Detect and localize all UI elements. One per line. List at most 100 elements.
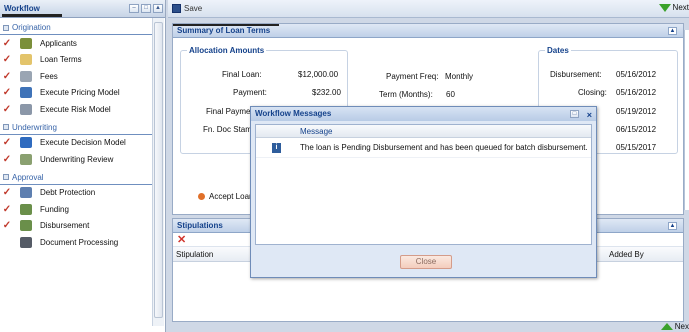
workflow-scrollbar[interactable] xyxy=(152,18,164,326)
calculator-icon xyxy=(20,70,32,82)
workflow-step-label: Applicants xyxy=(40,38,77,48)
minimize-icon[interactable]: – xyxy=(129,4,139,13)
workflow-step[interactable]: ✓ Applicants xyxy=(0,35,165,52)
section-label: Origination xyxy=(12,23,51,32)
dates-legend: Dates xyxy=(547,46,569,55)
footer-next-label: Nex xyxy=(674,322,689,331)
footer-next-arrow-icon xyxy=(660,323,673,330)
workflow-step[interactable]: ✓ Funding xyxy=(0,201,165,218)
check-icon: ✓ xyxy=(2,203,12,215)
help-icon xyxy=(20,137,32,149)
workflow-step[interactable]: ✓ Execute Pricing Model xyxy=(0,85,165,102)
payment-label: Payment: xyxy=(233,88,267,97)
workflow-step-label: Fees xyxy=(40,71,58,81)
section-toggle-icon[interactable] xyxy=(3,24,9,31)
stipulations-collapse-icon[interactable]: ▲ xyxy=(668,222,677,230)
messages-grid: Message i The loan is Pending Disburseme… xyxy=(255,124,592,245)
truck-icon xyxy=(20,220,32,232)
people-icon xyxy=(20,37,32,49)
section-approval[interactable]: Approval xyxy=(0,171,155,185)
printer-icon xyxy=(20,236,32,248)
save-disk-icon xyxy=(172,4,181,13)
summary-title: Summary of Loan Terms xyxy=(177,26,271,35)
dialog-title: Workflow Messages xyxy=(255,109,332,118)
check-icon: ✓ xyxy=(2,220,12,232)
workflow-messages-dialog: Workflow Messages □ × Message i The loan… xyxy=(250,106,597,278)
next-button[interactable]: Next xyxy=(658,3,689,12)
summary-collapse-icon[interactable]: ▲ xyxy=(668,27,677,35)
final-loan-value: $12,000.00 xyxy=(298,70,339,79)
document-icon xyxy=(20,153,32,165)
disbursement-label: Disbursement: xyxy=(550,70,602,79)
col-added-by[interactable]: Added By xyxy=(609,250,644,259)
term-value: 60 xyxy=(446,90,455,99)
workflow-step[interactable]: ✓ Loan Terms xyxy=(0,52,165,69)
message-row[interactable]: i The loan is Pending Disbursement and h… xyxy=(256,138,591,158)
check-icon: ✓ xyxy=(2,153,12,165)
check-icon: ✓ xyxy=(2,137,12,149)
summary-accent xyxy=(173,24,279,26)
summary-header: Summary of Loan Terms ▲ xyxy=(173,24,683,38)
closing-value: 05/16/2012 xyxy=(616,88,657,97)
folder-icon xyxy=(20,54,32,66)
workflow-step-label: Document Processing xyxy=(40,237,119,247)
check-icon: ✓ xyxy=(2,87,12,99)
col-message[interactable]: Message xyxy=(300,127,332,136)
workflow-step-label: Funding xyxy=(40,204,69,214)
gears-icon xyxy=(20,103,32,115)
restore-icon[interactable]: □ xyxy=(141,4,151,13)
workflow-title: Workflow xyxy=(4,4,40,13)
check-icon: ✓ xyxy=(2,70,12,82)
stipulations-title: Stipulations xyxy=(177,221,223,230)
check-icon: ✓ xyxy=(2,54,12,66)
accept-radio-icon xyxy=(198,193,205,200)
date-3-value: 05/19/2012 xyxy=(616,107,657,116)
next-arrow-icon xyxy=(658,3,671,12)
workflow-step[interactable]: ✓ Debt Protection xyxy=(0,185,165,202)
allocation-legend: Allocation Amounts xyxy=(189,46,265,55)
section-origination[interactable]: Origination xyxy=(0,21,155,35)
disbursement-value: 05/16/2012 xyxy=(616,70,657,79)
workflow-step-label: Underwriting Review xyxy=(40,154,114,164)
close-button[interactable]: Close xyxy=(400,255,452,269)
workflow-step[interactable]: ✓ Disbursement xyxy=(0,218,165,235)
percent-icon xyxy=(20,87,32,99)
closing-label: Closing: xyxy=(578,88,607,97)
final-payment-label: Final Paymen xyxy=(206,107,255,116)
workflow-step[interactable]: ✓ Execute Risk Model xyxy=(0,101,165,118)
delete-icon[interactable]: ✕ xyxy=(177,233,186,246)
shield-icon xyxy=(20,187,32,199)
scrollbar-thumb[interactable] xyxy=(154,22,163,318)
next-label: Next xyxy=(672,3,689,12)
section-underwriting[interactable]: Underwriting xyxy=(0,121,155,135)
dialog-restore-icon[interactable]: □ xyxy=(570,110,579,118)
workflow-header: Workflow – □ ▲ xyxy=(0,0,165,18)
col-stipulation[interactable]: Stipulation xyxy=(176,250,213,259)
section-label: Underwriting xyxy=(12,122,57,132)
collapse-icon[interactable]: ▲ xyxy=(153,4,163,13)
messages-grid-header: Message xyxy=(256,125,591,138)
workflow-step-label: Disbursement xyxy=(40,221,90,231)
save-label: Save xyxy=(184,4,203,13)
section-label: Approval xyxy=(12,172,44,182)
workflow-step[interactable]: ✓ Execute Decision Model xyxy=(0,135,165,152)
info-icon: i xyxy=(272,143,281,153)
workflow-step[interactable]: Document Processing xyxy=(0,234,165,251)
right-side-panel xyxy=(684,30,689,210)
section-toggle-icon[interactable] xyxy=(3,124,9,130)
header-accent xyxy=(2,14,62,17)
check-icon: ✓ xyxy=(2,187,12,199)
accept-loan-label: Accept Loan xyxy=(209,192,254,201)
accept-loan-radio[interactable]: Accept Loan xyxy=(198,192,253,201)
workflow-step-label: Loan Terms xyxy=(40,55,82,65)
workflow-step[interactable]: ✓ Underwriting Review xyxy=(0,151,165,168)
workflow-list: Origination ✓ Applicants ✓ Loan Terms ✓ Fees ✓ E… xyxy=(0,21,165,251)
workflow-step-label: Execute Decision Model xyxy=(40,138,126,148)
footer-next-button[interactable]: Nex xyxy=(660,322,689,331)
dialog-close-icon[interactable]: × xyxy=(587,108,592,122)
section-toggle-icon[interactable] xyxy=(3,174,9,180)
workflow-step-label: Execute Risk Model xyxy=(40,104,111,114)
truck-icon xyxy=(20,203,32,215)
save-button[interactable]: Save xyxy=(172,4,202,13)
workflow-step[interactable]: ✓ Fees xyxy=(0,68,165,85)
